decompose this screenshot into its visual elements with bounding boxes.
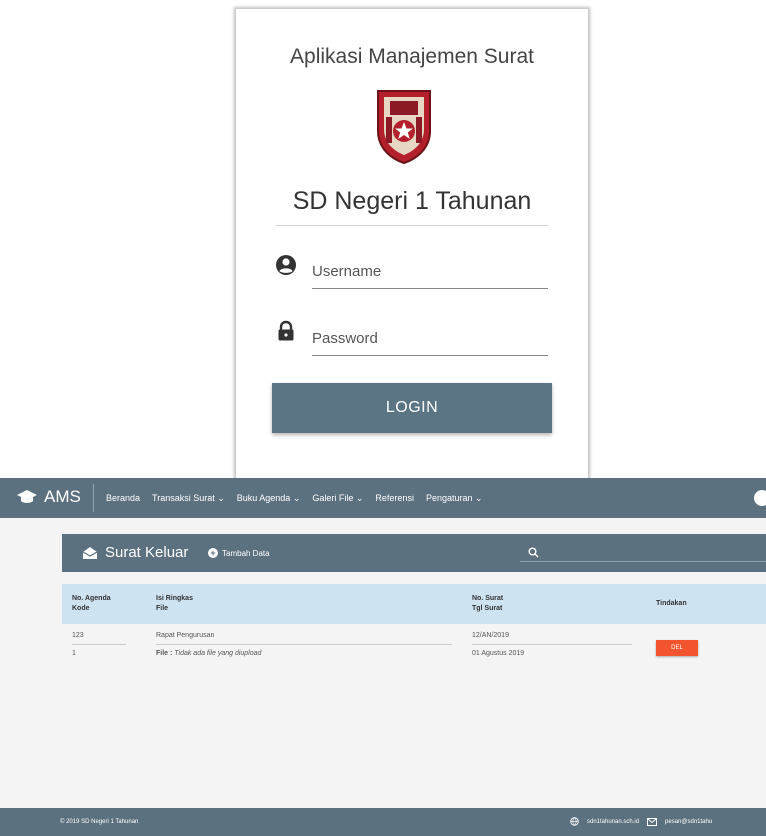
- globe-icon: [570, 817, 579, 826]
- table-row: 123 1 Rapat Pengurusan File : Tidak ada …: [62, 624, 766, 680]
- cell-tgl-surat: 01 Agustus 2019: [472, 650, 525, 657]
- school-logo-icon: [377, 90, 431, 165]
- footer-copyright: © 2019 SD Negeri 1 Tahunan: [60, 819, 139, 825]
- letters-table: No. Agenda Kode Isi Ringkas File No. Sur…: [62, 584, 766, 680]
- header-tindakan: Tindakan: [656, 600, 687, 607]
- cell-isi: Rapat Pengurusan: [156, 632, 215, 639]
- graduation-cap-icon: [17, 490, 37, 503]
- brand-label: AMS: [44, 487, 81, 506]
- divider: [276, 225, 548, 226]
- add-data-button[interactable]: + Tambah Data: [208, 548, 270, 558]
- cell-no-surat: 12/AN/2019: [472, 632, 509, 639]
- cell-agenda: 123: [72, 632, 84, 639]
- login-button[interactable]: LOGIN: [272, 383, 552, 433]
- footer-links: sdn1tahunan.sch.id pesan@sdn1tahu: [570, 817, 712, 826]
- header-no-surat: No. Surat Tgl Surat: [472, 594, 503, 614]
- password-input[interactable]: [312, 321, 548, 355]
- nav-item-galeri-file[interactable]: Galeri File ⌄: [312, 493, 363, 504]
- account-circle-icon: [276, 255, 296, 275]
- search-input[interactable]: [520, 545, 766, 562]
- login-card: Aplikasi Manajemen Surat SD Negeri 1 Tah…: [236, 9, 588, 479]
- lock-icon: [278, 320, 294, 341]
- username-field[interactable]: [312, 254, 548, 289]
- header-label: File: [156, 605, 169, 612]
- login-app-title: Aplikasi Manajemen Surat: [290, 45, 534, 68]
- app-screen: AMS Beranda Transaksi Surat ⌄ Buku Agend…: [0, 478, 766, 836]
- school-name: SD Negeri 1 Tahunan: [292, 187, 532, 215]
- nav-menu: Beranda Transaksi Surat ⌄ Buku Agenda ⌄ …: [106, 493, 483, 504]
- user-account-icon[interactable]: [754, 490, 766, 506]
- cell-divider: [472, 644, 632, 645]
- footer-email-link[interactable]: pesan@sdn1tahu: [665, 819, 712, 825]
- password-field[interactable]: [312, 321, 548, 356]
- footer: © 2019 SD Negeri 1 Tahunan sdn1tahunan.s…: [0, 808, 766, 836]
- header-label: Isi Ringkas: [156, 595, 193, 602]
- page-toolbar: Surat Keluar + Tambah Data: [62, 534, 766, 572]
- cell-kode: 1: [72, 650, 76, 657]
- header-label: Tgl Surat: [472, 605, 503, 612]
- email-icon: [647, 817, 658, 826]
- page-title: Surat Keluar: [82, 544, 188, 561]
- header-label: No. Agenda: [72, 595, 111, 602]
- header-label: No. Surat: [472, 595, 504, 602]
- nav-item-referensi[interactable]: Referensi: [375, 493, 414, 504]
- cell-divider: [156, 644, 452, 645]
- username-input[interactable]: [312, 254, 548, 288]
- header-no-agenda: No. Agenda Kode: [72, 594, 111, 614]
- nav-item-pengaturan[interactable]: Pengaturan ⌄: [426, 493, 483, 504]
- delete-button[interactable]: DEL: [656, 640, 698, 656]
- file-label: File :: [156, 650, 173, 657]
- nav-item-transaksi-surat[interactable]: Transaksi Surat ⌄: [152, 493, 225, 504]
- header-label: Kode: [72, 605, 90, 612]
- cell-file: File : Tidak ada file yang diupload: [156, 650, 261, 657]
- nav-item-buku-agenda[interactable]: Buku Agenda ⌄: [237, 493, 301, 504]
- file-value: Tidak ada file yang diupload: [174, 650, 262, 657]
- page-title-label: Surat Keluar: [105, 544, 189, 561]
- header-isi-ringkas: Isi Ringkas File: [156, 594, 193, 614]
- nav-item-beranda[interactable]: Beranda: [106, 493, 140, 504]
- nav-separator: [93, 484, 94, 512]
- plus-icon: +: [208, 548, 218, 558]
- navbar: AMS Beranda Transaksi Surat ⌄ Buku Agend…: [0, 478, 766, 518]
- add-data-label: Tambah Data: [222, 548, 270, 558]
- cell-divider: [72, 644, 126, 645]
- table-header: No. Agenda Kode Isi Ringkas File No. Sur…: [62, 584, 766, 624]
- mail-open-icon: [82, 546, 98, 559]
- brand[interactable]: AMS: [16, 487, 81, 507]
- footer-website-link[interactable]: sdn1tahunan.sch.id: [587, 819, 639, 825]
